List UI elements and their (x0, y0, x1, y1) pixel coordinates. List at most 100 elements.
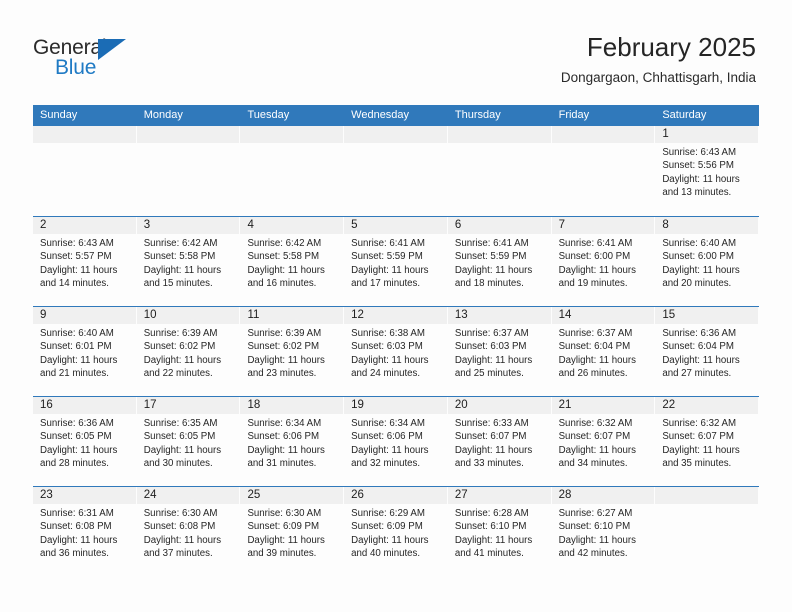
calendar-day-cell[interactable]: 12 Sunrise: 6:38 AM Sunset: 6:03 PM Dayligh… (344, 307, 448, 396)
calendar-day-cell[interactable]: 16 Sunrise: 6:36 AM Sunset: 6:05 PM Dayligh… (33, 397, 137, 486)
sunrise-text: Sunrise: 6:39 AM (247, 328, 322, 339)
day-number: 5 (351, 219, 358, 231)
calendar-day-cell[interactable]: 10 Sunrise: 6:39 AM Sunset: 6:02 PM Dayligh… (136, 307, 241, 396)
day-sun-info: Sunrise: 6:35 AM Sunset: 6:05 PM Daylight:… (137, 414, 241, 471)
logo-text-blue: Blue (55, 56, 97, 79)
calendar-day-cell[interactable]: 24 Sunrise: 6:30 AM Sunset: 6:08 PM Dayligh… (136, 487, 241, 576)
day-sun-info: Sunrise: 6:32 AM Sunset: 6:07 PM Daylight:… (655, 414, 759, 471)
calendar-day-cell[interactable]: 23 Sunrise: 6:31 AM Sunset: 6:08 PM Dayligh… (33, 487, 137, 576)
calendar-day-cell[interactable]: 17 Sunrise: 6:35 AM Sunset: 6:05 PM Dayligh… (136, 397, 241, 486)
sunrise-text: Sunrise: 6:41 AM (558, 238, 633, 249)
calendar-day-cell[interactable]: 4 Sunrise: 6:42 AM Sunset: 5:58 PM Daylight… (240, 217, 344, 306)
weekday-header-thursday: Thursday (454, 109, 501, 121)
sunset-text: Sunset: 5:58 PM (143, 251, 216, 263)
title-block: February 2025 Dongargaon, Chhattisgarh, … (561, 30, 756, 88)
sunrise-text: Sunrise: 6:37 AM (454, 328, 529, 339)
daylight-text-line1: Daylight: 11 hours (351, 444, 429, 456)
day-number: 27 (454, 489, 468, 501)
day-sun-info: Sunrise: 6:34 AM Sunset: 6:06 PM Daylight:… (344, 414, 448, 471)
day-sun-info: Sunrise: 6:32 AM Sunset: 6:07 PM Daylight:… (552, 414, 656, 471)
daylight-text-line2: and 32 minutes. (351, 458, 421, 470)
calendar-week-row: 16 Sunrise: 6:36 AM Sunset: 6:05 PM Dayligh… (33, 396, 759, 486)
weekday-header-monday: Monday (143, 109, 183, 121)
day-number-strip: 10 (136, 307, 240, 324)
calendar-day-cell[interactable]: 22 Sunrise: 6:32 AM Sunset: 6:07 PM Dayligh… (655, 397, 759, 486)
daylight-text-line2: and 42 minutes. (558, 548, 628, 560)
calendar-week-row: 23 Sunrise: 6:31 AM Sunset: 6:08 PM Dayligh… (33, 486, 759, 576)
weekday-header-tuesday: Tuesday (247, 109, 290, 121)
sunrise-text: Sunrise: 6:27 AM (558, 508, 633, 519)
sunrise-text: Sunrise: 6:30 AM (143, 508, 218, 519)
day-sun-info: Sunrise: 6:42 AM Sunset: 5:58 PM Daylight:… (137, 234, 241, 291)
calendar-day-cell[interactable]: 20 Sunrise: 6:33 AM Sunset: 6:07 PM Dayligh… (447, 397, 552, 486)
calendar-day-cell[interactable]: 9 Sunrise: 6:40 AM Sunset: 6:01 PM Daylight… (33, 307, 137, 396)
calendar-day-cell[interactable]: 11 Sunrise: 6:39 AM Sunset: 6:02 PM Dayligh… (240, 307, 344, 396)
day-number-strip: 14 (551, 307, 655, 324)
day-number: 10 (143, 309, 157, 321)
daylight-text-line2: and 20 minutes. (662, 278, 732, 290)
sunrise-text: Sunrise: 6:42 AM (247, 238, 322, 249)
calendar-day-cell[interactable]: 27 Sunrise: 6:28 AM Sunset: 6:10 PM Dayligh… (447, 487, 552, 576)
daylight-text-line2: and 18 minutes. (454, 278, 524, 290)
day-number: 23 (40, 489, 53, 501)
day-sun-info: Sunrise: 6:31 AM Sunset: 6:08 PM Daylight:… (33, 504, 137, 561)
calendar-day-cell[interactable]: 6 Sunrise: 6:41 AM Sunset: 5:59 PM Daylight… (447, 217, 552, 306)
calendar-day-cell[interactable]: 19 Sunrise: 6:34 AM Sunset: 6:06 PM Dayligh… (344, 397, 448, 486)
day-sun-info: Sunrise: 6:41 AM Sunset: 5:59 PM Daylight:… (344, 234, 448, 291)
sunrise-text: Sunrise: 6:36 AM (662, 328, 737, 339)
day-sun-info: Sunrise: 6:29 AM Sunset: 6:09 PM Daylight:… (344, 504, 448, 561)
sunset-text: Sunset: 6:00 PM (662, 251, 734, 263)
calendar-day-cell[interactable]: 15 Sunrise: 6:36 AM Sunset: 6:04 PM Dayligh… (655, 307, 759, 396)
daylight-text-line2: and 40 minutes. (351, 548, 421, 560)
day-number: 3 (143, 219, 151, 231)
sunset-text: Sunset: 6:05 PM (40, 431, 112, 443)
sunrise-text: Sunrise: 6:41 AM (351, 238, 425, 249)
calendar-day-cell[interactable]: 8 Sunrise: 6:40 AM Sunset: 6:00 PM Daylight… (655, 217, 759, 306)
day-sun-info: Sunrise: 6:41 AM Sunset: 5:59 PM Daylight:… (448, 234, 552, 291)
daylight-text-line1: Daylight: 11 hours (662, 354, 740, 366)
sunset-text: Sunset: 5:59 PM (454, 251, 527, 263)
day-sun-info: Sunrise: 6:43 AM Sunset: 5:56 PM Daylight:… (655, 143, 759, 200)
daylight-text-line2: and 41 minutes. (454, 548, 524, 560)
calendar-week-row: 9 Sunrise: 6:40 AM Sunset: 6:01 PM Daylight… (33, 306, 759, 396)
day-number-strip: 8 (655, 217, 759, 234)
daylight-text-line1: Daylight: 11 hours (247, 264, 325, 276)
daylight-text-line2: and 24 minutes. (351, 368, 421, 380)
day-sun-info: Sunrise: 6:39 AM Sunset: 6:02 PM Daylight:… (137, 324, 241, 381)
calendar-day-cell[interactable]: 18 Sunrise: 6:34 AM Sunset: 6:06 PM Dayligh… (240, 397, 344, 486)
calendar-day-cell-empty (447, 126, 552, 216)
day-number-strip: 9 (33, 307, 136, 324)
daylight-text-line1: Daylight: 11 hours (40, 534, 118, 546)
calendar-day-cell[interactable]: 13 Sunrise: 6:37 AM Sunset: 6:03 PM Dayligh… (447, 307, 552, 396)
sunrise-text: Sunrise: 6:36 AM (40, 418, 114, 429)
calendar-day-cell[interactable]: 28 Sunrise: 6:27 AM Sunset: 6:10 PM Dayligh… (551, 487, 656, 576)
day-number-strip: 22 (655, 397, 759, 414)
daylight-text-line2: and 16 minutes. (247, 278, 317, 290)
sunrise-text: Sunrise: 6:32 AM (558, 418, 633, 429)
daylight-text-line1: Daylight: 11 hours (143, 354, 222, 366)
daylight-text-line1: Daylight: 11 hours (558, 534, 636, 546)
calendar-day-cell[interactable]: 2 Sunrise: 6:43 AM Sunset: 5:57 PM Daylight… (33, 217, 137, 306)
day-number: 8 (662, 219, 669, 231)
sunrise-text: Sunrise: 6:29 AM (351, 508, 425, 519)
day-number-strip: 13 (447, 307, 551, 324)
general-blue-logo[interactable]: General Blue (33, 36, 163, 84)
day-number-strip (33, 126, 136, 143)
calendar-day-cell[interactable]: 7 Sunrise: 6:41 AM Sunset: 6:00 PM Daylight… (551, 217, 656, 306)
calendar-day-cell[interactable]: 25 Sunrise: 6:30 AM Sunset: 6:09 PM Dayligh… (240, 487, 344, 576)
calendar-day-cell-empty (240, 126, 344, 216)
calendar-day-cell[interactable]: 5 Sunrise: 6:41 AM Sunset: 5:59 PM Daylight… (344, 217, 448, 306)
calendar-day-cell[interactable]: 21 Sunrise: 6:32 AM Sunset: 6:07 PM Dayligh… (551, 397, 656, 486)
daylight-text-line2: and 22 minutes. (143, 368, 213, 380)
day-number-strip: 1 (655, 126, 759, 143)
calendar-day-cell[interactable]: 1 Sunrise: 6:43 AM Sunset: 5:56 PM Daylight… (655, 126, 759, 216)
day-number-strip: 25 (240, 487, 344, 504)
day-number: 17 (143, 399, 157, 411)
calendar-day-cell[interactable]: 26 Sunrise: 6:29 AM Sunset: 6:09 PM Dayligh… (344, 487, 448, 576)
calendar-day-cell-empty (655, 487, 759, 576)
calendar-day-cell[interactable]: 3 Sunrise: 6:42 AM Sunset: 5:58 PM Daylight… (136, 217, 241, 306)
daylight-text-line1: Daylight: 11 hours (247, 354, 325, 366)
calendar-day-cell[interactable]: 14 Sunrise: 6:37 AM Sunset: 6:04 PM Dayligh… (551, 307, 656, 396)
day-number: 12 (351, 309, 364, 321)
daylight-text-line1: Daylight: 11 hours (40, 264, 118, 276)
